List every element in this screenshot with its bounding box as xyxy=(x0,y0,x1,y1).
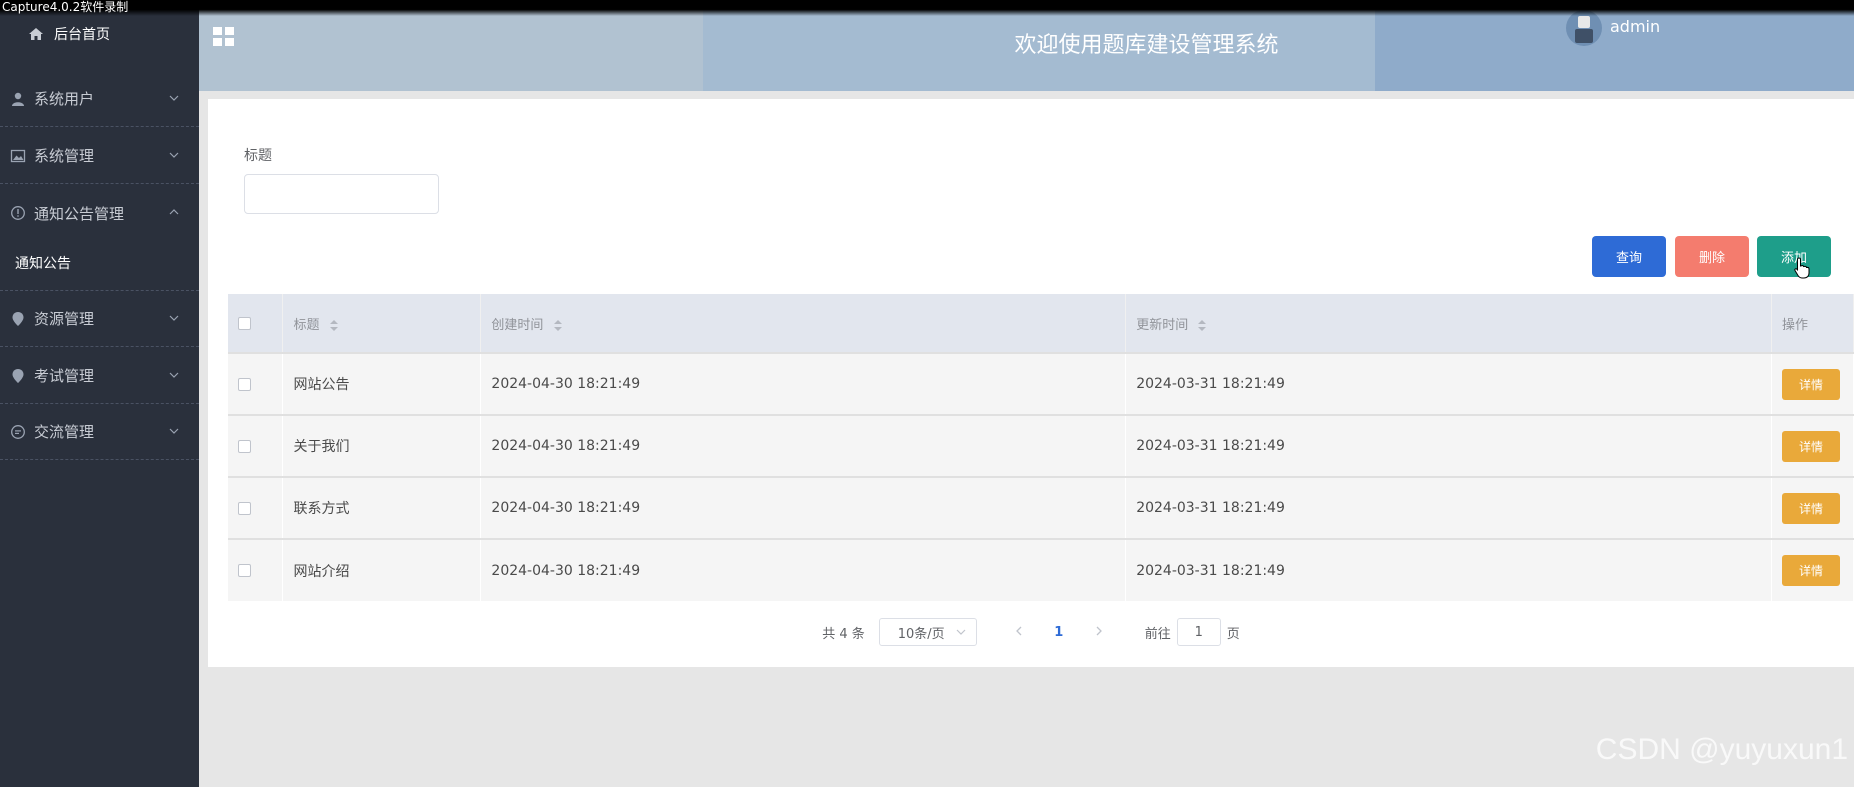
recording-bar xyxy=(0,0,1854,16)
chevron-up-icon xyxy=(169,209,179,215)
sidebar: 后台首页 系统用户 系统管理 通知公告管理 通知公告 资源管理 考试管理 交流管… xyxy=(0,0,199,787)
sidebar-subitem-notice[interactable]: 通知公告 xyxy=(0,235,199,291)
location-icon xyxy=(12,368,24,383)
location-icon xyxy=(12,311,24,326)
delete-button[interactable]: 删除 xyxy=(1675,236,1749,277)
cell-title: 网站介绍 xyxy=(282,538,482,601)
sidebar-subitem-label: 通知公告 xyxy=(15,255,71,272)
sort-icon[interactable] xyxy=(1198,319,1207,331)
chevron-down-icon xyxy=(169,372,179,378)
sidebar-item-label: 系统管理 xyxy=(34,147,95,165)
page-size-value: 10条/页 xyxy=(897,626,945,642)
page-suffix: 页 xyxy=(1226,626,1240,642)
watermark: CSDN @yuyuxun1 xyxy=(1595,733,1848,766)
pagination-total: 共 4 条 xyxy=(822,626,865,642)
table-row: 网站介绍 2024-04-30 18:21:49 2024-03-31 18:2… xyxy=(228,538,1854,601)
cell-title: 网站公告 xyxy=(282,352,482,415)
cell-created: 2024-04-30 18:21:49 xyxy=(480,538,1127,601)
cell-title: 关于我们 xyxy=(282,414,482,477)
chevron-right-icon xyxy=(1096,626,1102,636)
user-icon xyxy=(12,92,24,106)
detail-button[interactable]: 详情 xyxy=(1781,430,1840,462)
next-page-button[interactable] xyxy=(1085,624,1113,640)
detail-button[interactable]: 详情 xyxy=(1781,555,1840,586)
cell-updated: 2024-03-31 18:21:49 xyxy=(1125,352,1772,415)
detail-button[interactable]: 详情 xyxy=(1781,492,1840,524)
chevron-down-icon xyxy=(169,315,179,321)
chevron-down-icon xyxy=(956,629,966,635)
sidebar-item-label: 交流管理 xyxy=(34,423,95,441)
row-checkbox[interactable] xyxy=(238,439,251,453)
cell-created: 2024-04-30 18:21:49 xyxy=(480,352,1127,415)
picture-icon xyxy=(10,149,26,162)
query-button[interactable]: 查询 xyxy=(1592,236,1666,277)
table-row: 联系方式 2024-04-30 18:21:49 2024-03-31 18:2… xyxy=(228,476,1854,539)
cell-created: 2024-04-30 18:21:49 xyxy=(480,414,1127,477)
table-row: 网站公告 2024-04-30 18:21:49 2024-03-31 18:2… xyxy=(228,352,1854,415)
row-checkbox[interactable] xyxy=(238,377,251,391)
sort-icon[interactable] xyxy=(329,319,338,331)
cell-updated: 2024-03-31 18:21:49 xyxy=(1125,414,1772,477)
select-all-checkbox[interactable] xyxy=(238,316,251,330)
cell-created: 2024-04-30 18:21:49 xyxy=(480,476,1127,539)
sidebar-item-system-users[interactable]: 系统用户 xyxy=(0,71,199,127)
chevron-down-icon xyxy=(169,95,179,101)
chevron-left-icon xyxy=(1015,626,1022,636)
search-title-label: 标题 xyxy=(244,148,272,164)
sidebar-home[interactable]: 后台首页 xyxy=(28,24,110,44)
column-header-title[interactable]: 标题 xyxy=(282,294,482,353)
pagination: 共 4 条 10条/页 1 前往 1 页 xyxy=(208,618,1854,646)
sidebar-item-system-management[interactable]: 系统管理 xyxy=(0,128,199,184)
sidebar-item-label: 系统用户 xyxy=(34,90,95,108)
prev-page-button[interactable] xyxy=(1005,624,1033,640)
row-checkbox[interactable] xyxy=(238,501,251,515)
sort-icon[interactable] xyxy=(553,319,562,331)
cell-updated: 2024-03-31 18:21:49 xyxy=(1125,476,1772,539)
notice-table: 标题 创建时间 更新时间 操作 网站公告 2024-04-30 18:21:49… xyxy=(228,294,1854,601)
search-title-input[interactable] xyxy=(244,174,439,214)
cell-title: 联系方式 xyxy=(282,476,482,539)
chevron-down-icon xyxy=(169,428,179,434)
goto-page-input[interactable]: 1 xyxy=(1176,618,1221,646)
column-header-op: 操作 xyxy=(1771,294,1854,353)
row-checkbox[interactable] xyxy=(238,564,251,577)
table-row: 关于我们 2024-04-30 18:21:49 2024-03-31 18:2… xyxy=(228,414,1854,477)
sidebar-item-label: 考试管理 xyxy=(34,367,95,385)
sidebar-item-label: 通知公告管理 xyxy=(34,204,125,223)
chat-icon xyxy=(11,424,25,439)
sidebar-item-communication-management[interactable]: 交流管理 xyxy=(0,404,199,460)
page-size-select[interactable]: 10条/页 xyxy=(878,618,977,646)
column-header-label: 操作 xyxy=(1781,317,1808,333)
hand-cursor-icon xyxy=(1794,257,1810,279)
recording-label: Capture4.0.2软件录制 xyxy=(2,0,129,14)
sidebar-item-notice-management[interactable]: 通知公告管理 xyxy=(0,185,199,241)
chevron-down-icon xyxy=(169,152,179,158)
column-header-updated[interactable]: 更新时间 xyxy=(1125,294,1772,353)
goto-label: 前往 xyxy=(1144,626,1171,642)
home-icon xyxy=(29,28,43,40)
sidebar-item-exam-management[interactable]: 考试管理 xyxy=(0,348,199,404)
detail-button[interactable]: 详情 xyxy=(1781,368,1840,400)
cell-updated: 2024-03-31 18:21:49 xyxy=(1125,538,1772,601)
page-number[interactable]: 1 xyxy=(1045,625,1073,640)
column-header-label: 创建时间 xyxy=(491,317,544,333)
sidebar-home-label: 后台首页 xyxy=(54,27,110,43)
sidebar-item-label: 资源管理 xyxy=(34,310,95,328)
username: admin xyxy=(1610,16,1661,36)
main-content: 标题 查询 删除 添加 标题 创建时间 更新时间 操作 网站公告 2024-04… xyxy=(208,99,1854,667)
column-header-created[interactable]: 创建时间 xyxy=(480,294,1127,353)
column-header-label: 更新时间 xyxy=(1136,317,1189,333)
column-header-label: 标题 xyxy=(293,317,320,333)
info-circle-icon xyxy=(11,206,25,220)
sidebar-item-resource-management[interactable]: 资源管理 xyxy=(0,291,199,347)
table-header-row: 标题 创建时间 更新时间 操作 xyxy=(228,294,1854,353)
